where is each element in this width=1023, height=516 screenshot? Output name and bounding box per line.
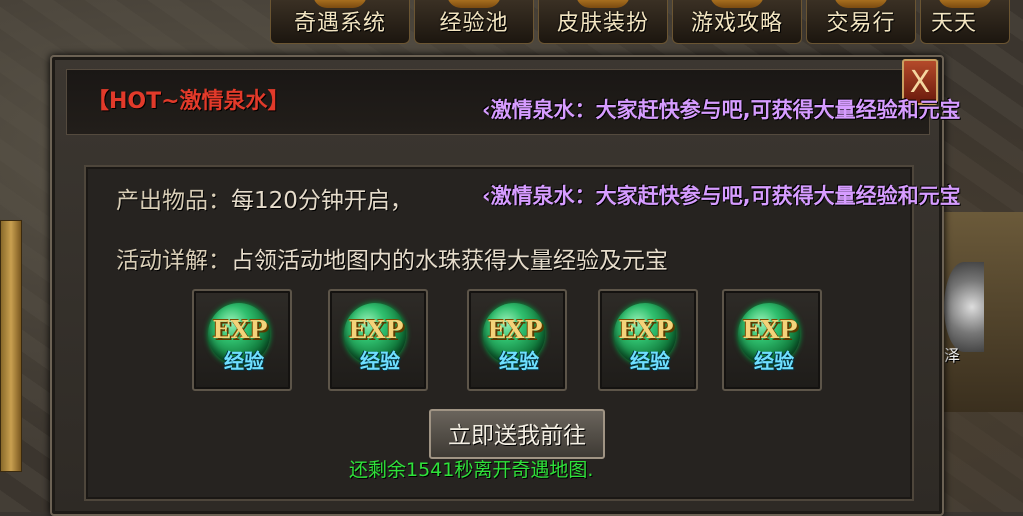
reward-exp-subtext: 经验 bbox=[360, 349, 400, 373]
menu-item-skin[interactable]: 皮肤装扮 bbox=[538, 0, 668, 44]
reward-slot[interactable]: EXP 经验 bbox=[192, 289, 292, 391]
event-dialog: 【HOT~激情泉水】 X 产出物品：每120分钟开启， 活动详解：占领活动地图内… bbox=[50, 55, 944, 516]
menu-item-daily[interactable]: 天天 bbox=[920, 0, 1010, 44]
reward-exp-text: EXP bbox=[742, 315, 798, 344]
menu-item-label: 游戏攻略 bbox=[690, 11, 783, 36]
right-skill-icon[interactable] bbox=[944, 262, 984, 352]
reward-slot[interactable]: EXP 经验 bbox=[328, 289, 428, 391]
reward-slot[interactable]: EXP 经验 bbox=[467, 289, 567, 391]
dialog-title: 【HOT~激情泉水】 bbox=[87, 89, 290, 114]
countdown-text: 还剩余1541秒离开奇遇地图. bbox=[349, 459, 594, 481]
reward-exp-text: EXP bbox=[487, 315, 543, 344]
output-text: 每120分钟开启， bbox=[231, 188, 413, 214]
menu-item-guide[interactable]: 游戏攻略 bbox=[672, 0, 802, 44]
left-scroll-decoration bbox=[0, 220, 22, 472]
output-info: 产出物品：每120分钟开启， bbox=[116, 181, 413, 215]
detail-text: 占领活动地图内的水珠获得大量经验及元宝 bbox=[231, 248, 668, 274]
menu-item-trade[interactable]: 交易行 bbox=[806, 0, 916, 44]
output-label: 产出物品： bbox=[116, 188, 231, 214]
reward-exp-subtext: 经验 bbox=[224, 349, 264, 373]
menu-item-label: 奇遇系统 bbox=[293, 11, 386, 36]
menu-item-label: 经验池 bbox=[439, 11, 509, 36]
right-skill-label: 泽 bbox=[944, 346, 961, 365]
reward-slot[interactable]: EXP 经验 bbox=[598, 289, 698, 391]
reward-exp-subtext: 经验 bbox=[499, 349, 539, 373]
reward-exp-subtext: 经验 bbox=[630, 349, 670, 373]
menu-gem-icon bbox=[938, 0, 992, 8]
detail-info: 活动详解：占领活动地图内的水珠获得大量经验及元宝 bbox=[116, 241, 668, 275]
reward-exp-text: EXP bbox=[212, 315, 268, 344]
menu-item-exp-pool[interactable]: 经验池 bbox=[414, 0, 534, 44]
teleport-button[interactable]: 立即送我前往 bbox=[429, 409, 605, 459]
reward-slot[interactable]: EXP 经验 bbox=[722, 289, 822, 391]
detail-label: 活动详解： bbox=[116, 248, 231, 274]
menu-item-label: 交易行 bbox=[826, 11, 896, 36]
menu-item-label: 天天 bbox=[931, 11, 978, 36]
reward-exp-text: EXP bbox=[348, 315, 404, 344]
menu-item-adventure-system[interactable]: 奇遇系统 bbox=[270, 0, 410, 44]
chat-broadcast-line: ‹激情泉水：大家赶快参与吧,可获得大量经验和元宝 bbox=[482, 184, 961, 208]
menu-item-label: 皮肤装扮 bbox=[556, 11, 649, 36]
chat-broadcast-line: ‹激情泉水：大家赶快参与吧,可获得大量经验和元宝 bbox=[482, 98, 961, 122]
reward-exp-text: EXP bbox=[618, 315, 674, 344]
top-menu-bar: 奇遇系统 经验池 皮肤装扮 游戏攻略 交易行 天天 bbox=[270, 0, 1023, 44]
reward-exp-subtext: 经验 bbox=[754, 349, 794, 373]
